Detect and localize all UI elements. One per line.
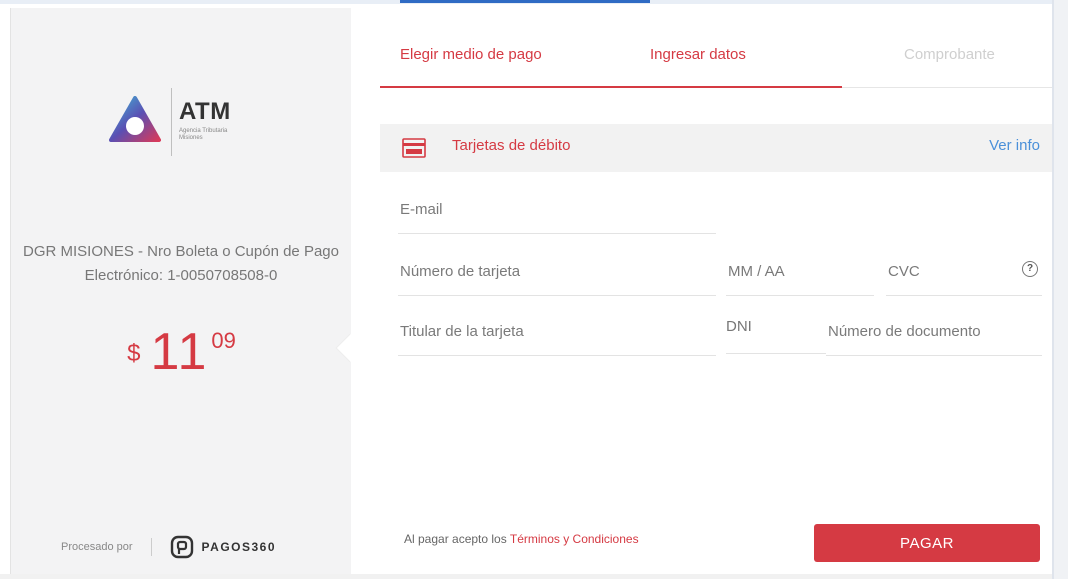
logo-divider [171,88,172,156]
selected-payment-method: Tarjetas de débito Ver info [380,124,1052,172]
atm-logo: ATM Agencia Tributaria Misiones [109,80,279,162]
checkout-steps: Elegir medio de pago Ingresar datos Comp… [352,8,1052,90]
email-field[interactable] [398,198,716,234]
document-type-select[interactable]: DNI [726,318,826,354]
window-right-edge [1052,0,1068,579]
pagos360-icon [170,535,193,559]
debit-card-icon [402,138,426,158]
expiry-field[interactable] [726,260,874,296]
step-receipt: Comprobante [904,46,995,63]
document-number-field[interactable] [826,320,1042,356]
card-number-field[interactable] [398,260,716,296]
steps-progress-track [842,87,1052,88]
steps-progress-bar [380,86,842,88]
step-choose-method[interactable]: Elegir medio de pago [400,46,542,63]
processor-brand: PAGOS360 [201,540,277,554]
pay-button[interactable]: PAGAR [814,524,1040,562]
bottom-edge [0,574,1052,579]
processed-by-label: Procesado por [61,541,133,553]
top-border [0,0,1068,4]
step-enter-data: Ingresar datos [650,46,746,63]
cvc-field[interactable] [886,260,1042,296]
terms-notice: Al pagar acepto los Términos y Condicion… [404,532,639,546]
order-amount: $11 09 [11,326,352,378]
payment-form-panel: Elegir medio de pago Ingresar datos Comp… [352,8,1052,579]
cvc-help-icon[interactable]: ? [1022,261,1038,277]
top-highlight [400,0,650,3]
order-description: DGR MISIONES - Nro Boleta o Cupón de Pag… [23,243,339,284]
terms-prefix: Al pagar acepto los [404,532,510,546]
cardholder-field[interactable] [398,320,716,356]
brand-subtitle: Agencia Tributaria Misiones [179,128,228,141]
ver-info-link[interactable]: Ver info [989,137,1040,154]
amount-decimal: 09 [211,328,236,353]
brand-name: ATM [179,98,231,125]
order-summary-panel: ATM Agencia Tributaria Misiones DGR MISI… [10,8,366,579]
payment-method-label: Tarjetas de débito [452,137,571,154]
atm-logo-icon [109,96,161,142]
processed-by: Procesado por PAGOS360 [61,535,276,559]
amount-integer: 11 [150,323,209,381]
terms-link[interactable]: Términos y Condiciones [510,532,639,546]
currency-symbol: $ [127,340,141,367]
payment-window: ATM Agencia Tributaria Misiones DGR MISI… [0,0,1068,579]
processed-divider [150,538,152,556]
